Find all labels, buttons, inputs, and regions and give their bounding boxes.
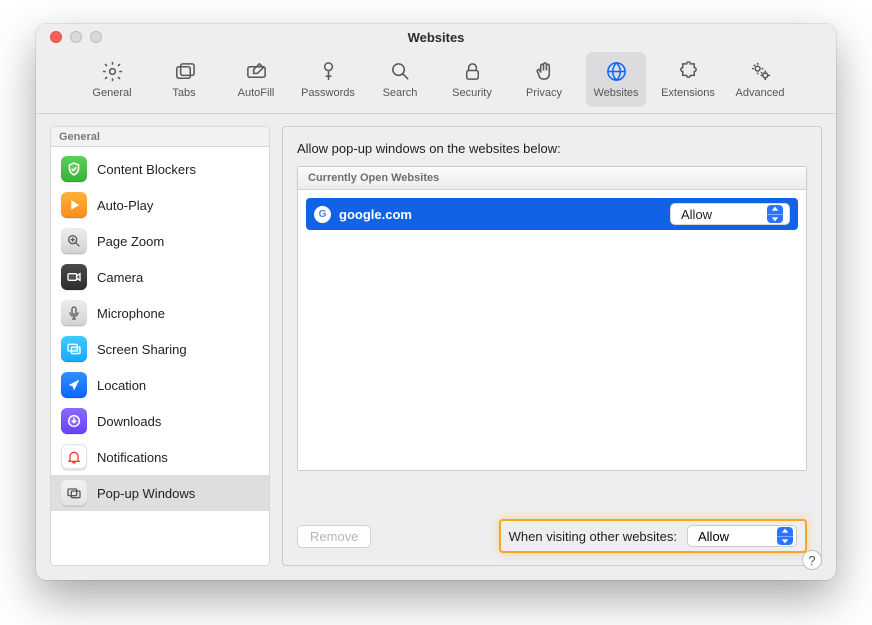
puzzle-icon bbox=[677, 60, 700, 83]
sidebar-item-content-blockers[interactable]: Content Blockers bbox=[51, 151, 269, 187]
select-value: Allow bbox=[681, 207, 712, 222]
hand-icon bbox=[533, 60, 556, 83]
tab-privacy[interactable]: Privacy bbox=[514, 52, 574, 107]
bell-icon bbox=[61, 444, 87, 470]
select-stepper-icon bbox=[767, 205, 783, 223]
tab-autofill[interactable]: AutoFill bbox=[226, 52, 286, 107]
key-icon bbox=[317, 60, 340, 83]
sidebar-item-label: Page Zoom bbox=[97, 234, 164, 249]
sidebar-item-label: Notifications bbox=[97, 450, 168, 465]
zoom-icon bbox=[61, 228, 87, 254]
gears-icon bbox=[749, 60, 772, 83]
sidebar-item-notifications[interactable]: Notifications bbox=[51, 439, 269, 475]
window-title: Websites bbox=[36, 30, 836, 45]
pencil-box-icon bbox=[245, 60, 268, 83]
sidebar-item-page-zoom[interactable]: Page Zoom bbox=[51, 223, 269, 259]
location-arrow-icon bbox=[61, 372, 87, 398]
websites-list: Currently Open Websites G google.com All… bbox=[297, 166, 807, 471]
sidebar-item-label: Content Blockers bbox=[97, 162, 196, 177]
tab-websites[interactable]: Websites bbox=[586, 52, 646, 107]
download-icon bbox=[61, 408, 87, 434]
globe-icon bbox=[605, 60, 628, 83]
sidebar-item-label: Screen Sharing bbox=[97, 342, 187, 357]
gear-icon bbox=[101, 60, 124, 83]
select-stepper-icon bbox=[777, 527, 793, 545]
list-section-header: Currently Open Websites bbox=[298, 167, 806, 190]
tab-security[interactable]: Security bbox=[442, 52, 502, 107]
google-favicon: G bbox=[314, 206, 331, 223]
screens-icon bbox=[61, 336, 87, 362]
sidebar-item-label: Auto-Play bbox=[97, 198, 153, 213]
other-websites-label: When visiting other websites: bbox=[509, 529, 677, 544]
sidebar-item-label: Camera bbox=[97, 270, 143, 285]
content-area: General Content Blockers Auto-Play bbox=[36, 114, 836, 580]
tab-general[interactable]: General bbox=[82, 52, 142, 107]
help-button[interactable]: ? bbox=[802, 550, 822, 570]
search-icon bbox=[389, 60, 412, 83]
sidebar-item-screen-sharing[interactable]: Screen Sharing bbox=[51, 331, 269, 367]
main-footer: Remove When visiting other websites: All… bbox=[297, 519, 807, 553]
sidebar-item-downloads[interactable]: Downloads bbox=[51, 403, 269, 439]
microphone-icon bbox=[61, 300, 87, 326]
tab-passwords[interactable]: Passwords bbox=[298, 52, 358, 107]
sidebar-item-auto-play[interactable]: Auto-Play bbox=[51, 187, 269, 223]
tabs-icon bbox=[173, 60, 196, 83]
main-heading: Allow pop-up windows on the websites bel… bbox=[297, 141, 807, 156]
titlebar: Websites bbox=[36, 24, 836, 50]
tab-extensions[interactable]: Extensions bbox=[658, 52, 718, 107]
sidebar-item-label: Microphone bbox=[97, 306, 165, 321]
website-row[interactable]: G google.com Allow bbox=[306, 198, 798, 230]
sidebar-item-label: Pop-up Windows bbox=[97, 486, 195, 501]
play-icon bbox=[61, 192, 87, 218]
website-permission-select[interactable]: Allow bbox=[670, 203, 790, 225]
other-websites-select[interactable]: Allow bbox=[687, 525, 797, 547]
preferences-toolbar: General Tabs AutoFill Passwords Search S… bbox=[36, 50, 836, 114]
select-value: Allow bbox=[698, 529, 729, 544]
sidebar-item-microphone[interactable]: Microphone bbox=[51, 295, 269, 331]
website-domain: google.com bbox=[339, 207, 412, 222]
lock-icon bbox=[461, 60, 484, 83]
list-body: G google.com Allow bbox=[298, 190, 806, 238]
sidebar-item-location[interactable]: Location bbox=[51, 367, 269, 403]
preferences-window: Websites General Tabs AutoFill Passwords… bbox=[36, 24, 836, 580]
other-websites-control: When visiting other websites: Allow bbox=[499, 519, 807, 553]
settings-sidebar: General Content Blockers Auto-Play bbox=[50, 126, 270, 566]
windows-icon bbox=[61, 480, 87, 506]
remove-button[interactable]: Remove bbox=[297, 525, 371, 548]
main-panel: Allow pop-up windows on the websites bel… bbox=[282, 126, 822, 566]
sidebar-item-label: Location bbox=[97, 378, 146, 393]
sidebar-header: General bbox=[51, 127, 269, 147]
tab-tabs[interactable]: Tabs bbox=[154, 52, 214, 107]
tab-advanced[interactable]: Advanced bbox=[730, 52, 790, 107]
tab-search[interactable]: Search bbox=[370, 52, 430, 107]
sidebar-list: Content Blockers Auto-Play Page Zoom bbox=[51, 147, 269, 565]
shield-check-icon bbox=[61, 156, 87, 182]
sidebar-item-popup-windows[interactable]: Pop-up Windows bbox=[51, 475, 269, 511]
sidebar-item-camera[interactable]: Camera bbox=[51, 259, 269, 295]
sidebar-item-label: Downloads bbox=[97, 414, 161, 429]
camera-icon bbox=[61, 264, 87, 290]
